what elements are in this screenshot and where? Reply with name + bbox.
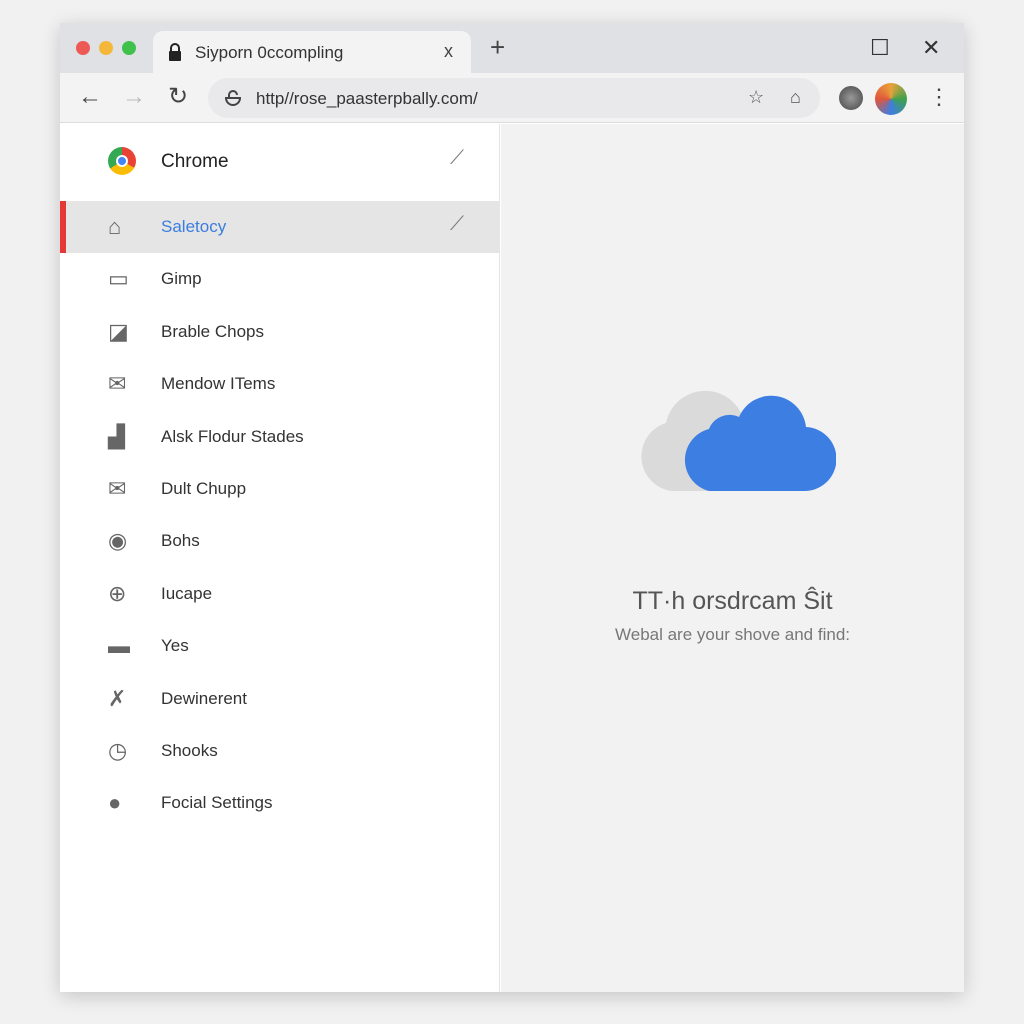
extension-icon[interactable] [875,83,907,115]
main-title: TT·h orsdrcam Ŝit [632,587,833,615]
lock-icon [169,43,181,61]
browser-window: Siyporn 0ccompling x + ☐ ✕ ← → ↻ http//r… [60,23,964,992]
chart-icon: ▟ [108,423,125,449]
toolbar: ← → ↻ http//rose_paasterpbally.com/ ☆ ⌂ … [60,73,964,123]
sidebar-item-mendow-items[interactable]: ✉ Mendow ITems [60,358,500,410]
sidebar-item-brable-chops[interactable]: ◪ Brable Chops [60,306,500,358]
bookmark-star-icon[interactable]: ☆ [748,87,764,108]
sidebar-header[interactable]: Chrome ⟋ [60,135,500,187]
sidebar-item-label: Alsk Flodur Stades [161,426,304,446]
puzzle-icon: ◪ [108,318,129,344]
tab-title: Siyporn 0ccompling [195,43,344,62]
main-subtitle: Webal are your shove and find: [615,625,850,644]
reload-button[interactable]: ↻ [168,83,188,111]
close-button[interactable]: ✕ [922,35,940,61]
envelope-icon: ✉ [108,476,127,501]
cloud-icon [641,390,836,492]
site-info-icon[interactable] [224,89,242,107]
url-text[interactable]: http//rose_paasterpbally.com/ [256,89,478,109]
tablet-icon: ▭ [108,266,129,292]
sidebar-item-label: Dewinerent [161,688,247,708]
sidebar-item-label: Bohs [161,531,200,551]
tools-icon: ✗ [108,685,127,711]
sidebar-item-label: Brable Chops [161,321,265,341]
sidebar-item-label: Yes [161,636,189,656]
plus-circle-icon: ⊕ [108,580,127,606]
new-tab-button[interactable]: + [490,33,505,61]
circle-icon: ◉ [108,528,128,554]
sidebar-item-label: Gimp [161,269,202,289]
mail-icon: ✉ [108,371,127,397]
sidebar-item-dult-chupp[interactable]: ✉ Dult Chupp [60,463,500,515]
tab-bar: Siyporn 0ccompling x + ☐ ✕ [60,23,964,73]
sidebar-item-focial-settings[interactable]: ● Focial Settings [60,777,500,829]
active-tab[interactable]: Siyporn 0ccompling x [153,31,471,73]
forward-button[interactable]: → [122,83,146,111]
chrome-logo-icon [108,147,136,175]
home-icon: ⌂ [108,214,122,239]
home-icon[interactable]: ⌂ [790,87,801,108]
sidebar: Chrome ⟋ ⌂ Saletocy ⟋ ▭ Gimp ◪ Brable Chops ✉ Me… [60,124,500,992]
profile-avatar[interactable] [839,86,863,110]
sidebar-item-bohs[interactable]: ◉ Bohs [60,515,500,567]
sidebar-item-saletocy[interactable]: ⌂ Saletocy ⟋ [60,201,500,253]
main-content: TT·h orsdrcam Ŝit Webal are your shove a… [501,124,964,992]
sidebar-item-iucape[interactable]: ⊕ Iucape [60,568,500,620]
sidebar-item-label: Saletocy [161,217,227,236]
sidebar-item-gimp[interactable]: ▭ Gimp [60,253,500,305]
sidebar-item-yes[interactable]: ▬ Yes [60,620,500,672]
edit-pencil-icon[interactable]: ⟋ [450,147,464,170]
sidebar-item-label: Mendow ITems [161,374,276,394]
back-button[interactable]: ← [78,83,102,111]
sidebar-item-label: Focial Settings [161,793,273,813]
sidebar-item-shooks[interactable]: ◷ Shooks [60,725,500,777]
sidebar-item-label: Shooks [161,741,218,760]
close-window-dot[interactable] [76,41,90,55]
edit-pencil-icon[interactable]: ⟋ [450,213,464,236]
sidebar-item-dewinerent[interactable]: ✗ Dewinerent [60,673,500,725]
menu-button[interactable]: ⋮ [928,83,950,111]
address-bar[interactable]: http//rose_paasterpbally.com/ ☆ ⌂ [208,78,820,118]
zoom-window-dot[interactable] [122,41,136,55]
cloud-settings-icon: ● [108,790,122,816]
maximize-button[interactable]: ☐ [870,35,890,61]
tab-close-button[interactable]: x [444,41,453,62]
sidebar-item-label: Iucape [161,583,213,603]
sidebar-header-label: Chrome [161,151,229,172]
clock-icon: ◷ [108,738,128,763]
minimize-window-dot[interactable] [99,41,113,55]
sidebar-item-alsk-flodur-stades[interactable]: ▟ Alsk Flodur Stades [60,411,500,463]
box-icon: ▬ [108,633,130,659]
sidebar-item-label: Dult Chupp [161,479,247,498]
